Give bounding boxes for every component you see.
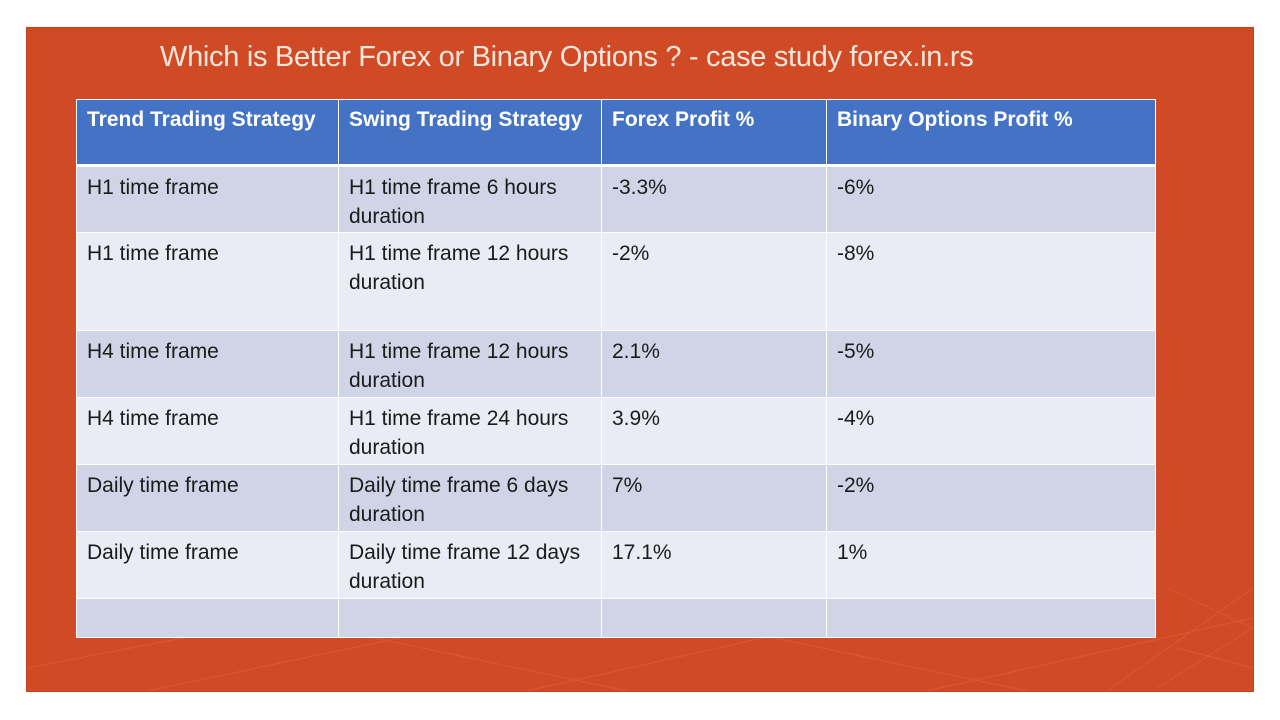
cell-forex-profit: 17.1% <box>601 531 827 599</box>
table-row: H1 time frame H1 time frame 6 hours dura… <box>76 165 1156 233</box>
cell-binary-profit <box>826 598 1156 638</box>
cell-swing-strategy: Daily time frame 6 days duration <box>338 464 602 532</box>
cell-binary-profit: -5% <box>826 330 1156 398</box>
cell-trend-strategy: Daily time frame <box>76 464 339 532</box>
header-forex-profit: Forex Profit % <box>601 99 827 167</box>
cell-trend-strategy: H4 time frame <box>76 330 339 398</box>
cell-forex-profit: 2.1% <box>601 330 827 398</box>
cell-forex-profit: -2% <box>601 232 827 331</box>
slide: Which is Better Forex or Binary Options … <box>27 28 1253 691</box>
cell-trend-strategy: H1 time frame <box>76 232 339 331</box>
header-binary-profit: Binary Options Profit % <box>826 99 1156 167</box>
table-row: H4 time frame H1 time frame 12 hours dur… <box>76 330 1156 398</box>
data-table: Trend Trading Strategy Swing Trading Str… <box>76 99 1156 638</box>
table-row: H1 time frame H1 time frame 12 hours dur… <box>76 232 1156 331</box>
cell-binary-profit: -4% <box>826 397 1156 465</box>
cell-swing-strategy: H1 time frame 6 hours duration <box>338 165 602 233</box>
cell-forex-profit: -3.3% <box>601 165 827 233</box>
slide-title: Which is Better Forex or Binary Options … <box>160 41 974 73</box>
table-row: H4 time frame H1 time frame 24 hours dur… <box>76 397 1156 465</box>
cell-binary-profit: 1% <box>826 531 1156 599</box>
cell-trend-strategy: Daily time frame <box>76 531 339 599</box>
header-swing-strategy: Swing Trading Strategy <box>338 99 602 167</box>
cell-trend-strategy: H1 time frame <box>76 165 339 233</box>
cell-binary-profit: -6% <box>826 165 1156 233</box>
cell-swing-strategy <box>338 598 602 638</box>
cell-forex-profit: 7% <box>601 464 827 532</box>
cell-swing-strategy: H1 time frame 24 hours duration <box>338 397 602 465</box>
cell-swing-strategy: H1 time frame 12 hours duration <box>338 330 602 398</box>
page: Which is Better Forex or Binary Options … <box>0 0 1280 720</box>
table-header-row: Trend Trading Strategy Swing Trading Str… <box>76 99 1156 167</box>
table-row-empty <box>76 598 1156 638</box>
cell-binary-profit: -2% <box>826 464 1156 532</box>
cell-forex-profit: 3.9% <box>601 397 827 465</box>
cell-forex-profit <box>601 598 827 638</box>
cell-swing-strategy: Daily time frame 12 days duration <box>338 531 602 599</box>
table-row: Daily time frame Daily time frame 6 days… <box>76 464 1156 532</box>
comparison-table: Trend Trading Strategy Swing Trading Str… <box>76 99 1156 638</box>
cell-swing-strategy: H1 time frame 12 hours duration <box>338 232 602 331</box>
cell-trend-strategy <box>76 598 339 638</box>
table-row: Daily time frame Daily time frame 12 day… <box>76 531 1156 599</box>
cell-trend-strategy: H4 time frame <box>76 397 339 465</box>
header-trend-strategy: Trend Trading Strategy <box>76 99 339 167</box>
cell-binary-profit: -8% <box>826 232 1156 331</box>
